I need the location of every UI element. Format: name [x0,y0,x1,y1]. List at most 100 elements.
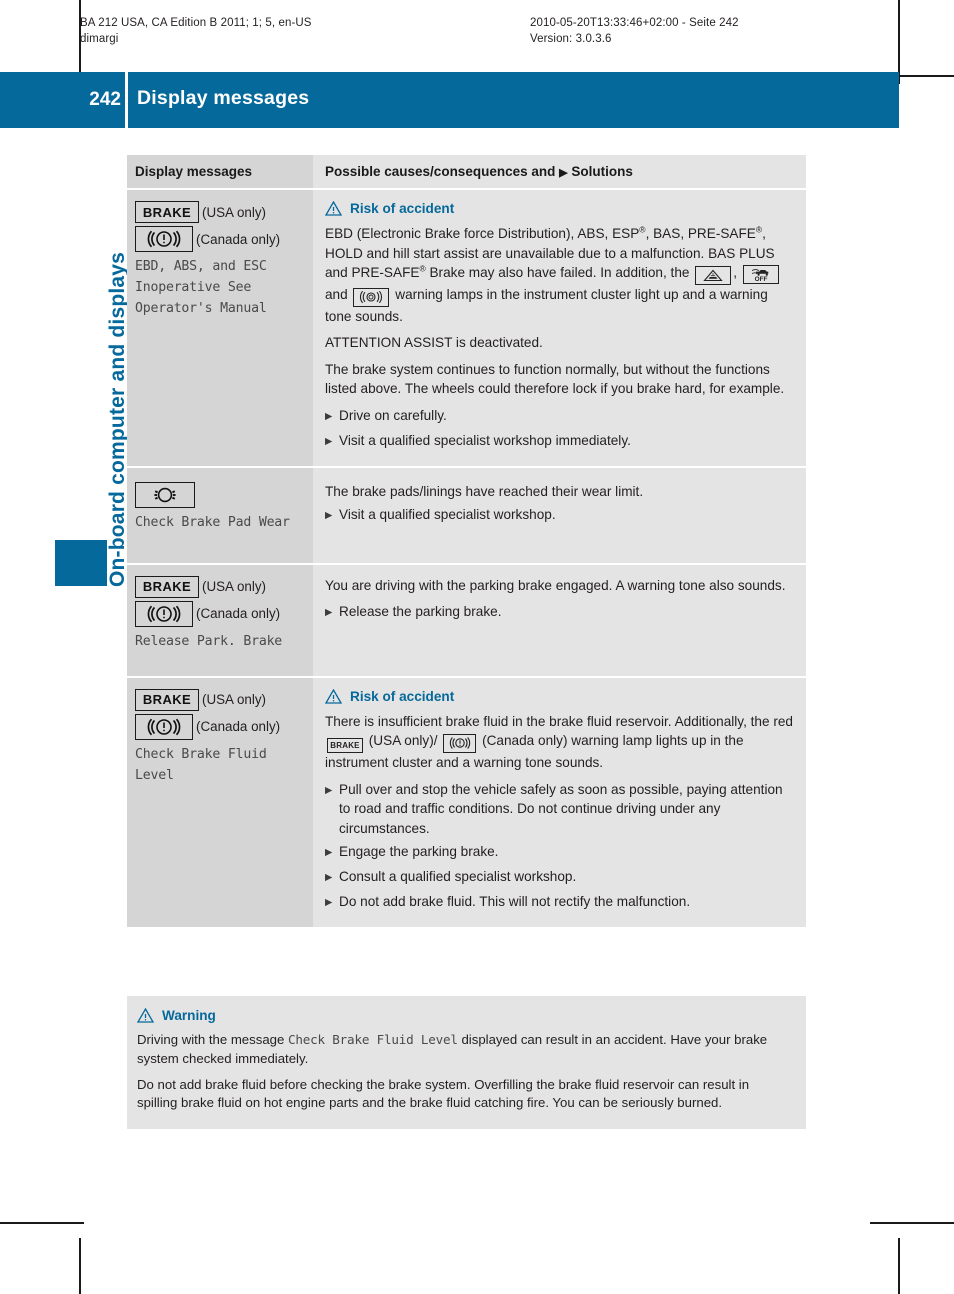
warning-p1-before: Driving with the message [137,1032,288,1047]
row1-warning-heading: Risk of accident [325,201,794,216]
row4-bullet-2: Engage the parking brake. [339,844,499,860]
brake-usa-icon-text: BRAKE [142,579,192,594]
solution-marker-icon: ▶ [325,510,333,521]
doc-version-line: Version: 3.0.3.6 [530,33,612,45]
brake-canada-glyph [147,230,181,248]
row4-icon-canada-caption: (Canada only) [196,719,281,734]
row3-message-text: Release Park. Brake [135,633,283,649]
row1-paragraph-1: EBD (Electronic Brake force Distribution… [325,224,794,326]
row3-icon-canada: (Canada only) [135,600,303,627]
table-header-col2-after: Solutions [571,164,633,179]
crop-mark-bottom-left-v [79,1238,81,1294]
list-item: ▶ Pull over and stop the vehicle safely … [325,780,794,839]
page-title-bar: 242 Display messages [0,72,899,128]
solution-marker-icon: ▶ [325,410,333,422]
table-row: BRAKE (USA only) [127,675,806,928]
row4-icon-usa-caption: (USA only) [202,692,266,707]
row3-bullet-1: Release the parking brake. [339,604,502,619]
row3-bullet-list: ▶ Release the parking brake. [325,602,794,623]
row2-paragraph-1: The brake pads/linings have reached thei… [325,483,644,499]
brake-usa-icon-text: BRAKE [330,741,360,750]
brake-usa-icon: BRAKE [327,738,363,754]
list-item: ▶ Drive on carefully. [325,406,794,427]
row1-paragraph-3: The brake system continues to function n… [325,361,785,397]
brake-canada-icon [135,713,193,740]
row1-p1-d: Brake may also have failed. In addition,… [425,265,694,280]
table-row: Check Brake Pad Wear The brake pads/lini… [127,465,806,563]
brake-pad-wear-glyph [154,487,176,502]
warning-triangle-icon [325,201,342,216]
skid-warning-icon [695,266,732,285]
brake-usa-icon-text: BRAKE [142,204,192,220]
crop-mark-bottom-right-v [898,1238,900,1294]
row1-icon-usa-caption: (USA only) [202,204,266,220]
brake-usa-icon: BRAKE [135,688,199,711]
row3-icon-usa-caption: (USA only) [202,579,266,594]
list-item: ▶ Release the parking brake. [325,602,794,623]
row1-bullet-2: Visit a qualified specialist workshop im… [339,432,631,448]
page-number: 242 [89,89,121,110]
table-header-col2-before: Possible causes/consequences and [325,164,556,179]
crop-mark-bottom-left [0,1222,84,1224]
row1-p1-f: and [325,287,352,302]
warning-box-paragraph-2: Do not add brake fluid before checking t… [137,1076,750,1111]
row4-icon-usa: BRAKE (USA only) [135,688,303,711]
list-item: ▶ Engage the parking brake. [325,842,794,863]
warning-box-paragraph-1: Driving with the message Check Brake Flu… [137,1029,792,1069]
brake-usa-icon: BRAKE [135,201,199,223]
row3-icon-canada-caption: (Canada only) [196,606,281,621]
row4-bullet-1: Pull over and stop the vehicle safely as… [339,781,783,836]
table-row: BRAKE (USA only) [127,562,806,676]
row4-warning-heading: Risk of accident [325,688,794,704]
list-item: ▶ Visit a qualified specialist workshop … [325,431,794,452]
doc-timestamp-line: 2010-05-20T13:33:46+02:00 - Seite 242 [530,17,739,29]
row2-bullet-list: ▶ Visit a qualified specialist workshop. [325,505,794,526]
row4-message-text: Check Brake Fluid Level [135,746,267,783]
row1-paragraph-2: ATTENTION ASSIST is deactivated. [325,335,543,350]
warning-callout-box: Warning Driving with the message Check B… [127,996,806,1129]
doc-reference-line: BA 212 USA, CA Edition B 2011; 1; 5, en-… [80,17,312,29]
row4-paragraph-1: There is insufficient brake fluid in the… [325,712,794,773]
brake-usa-icon: BRAKE [135,575,199,598]
running-header-left: BA 212 USA, CA Edition B 2011; 1; 5, en-… [80,15,312,47]
chapter-tab-marker [55,540,107,586]
table-header-row: Display messages Possible causes/consequ… [127,155,806,188]
row4-warning-heading-text: Risk of accident [350,688,455,704]
row1-p1-e: , [733,265,741,280]
row4-bullet-3: Consult a qualified specialist workshop. [339,869,577,885]
row2-solution-cell: The brake pads/linings have reached thei… [313,467,806,563]
display-messages-table: Display messages Possible causes/consequ… [127,155,806,928]
brake-canada-icon [135,226,193,252]
warning-triangle-icon [325,688,342,704]
brake-pad-wear-icon [135,481,195,508]
row4-p1-a: There is insufficient brake fluid in the… [325,713,793,729]
solution-marker-icon: ▶ [559,167,568,179]
row1-bullet-1: Drive on carefully. [339,407,447,423]
row1-icon-usa: BRAKE (USA only) [135,201,303,223]
row1-p1-a: EBD (Electronic Brake force Distribution… [325,226,640,241]
list-item: ▶ Do not add brake fluid. This will not … [325,892,794,913]
row3-paragraph-1: You are driving with the parking brake e… [325,577,786,593]
list-item: ▶ Consult a qualified specialist worksho… [325,867,794,888]
brake-usa-icon-text: BRAKE [142,692,192,707]
row1-p1-b: , BAS, PRE-SAFE [645,226,756,241]
row3-solution-cell: You are driving with the parking brake e… [313,564,806,676]
row1-icon-canada: (Canada only) [135,226,303,252]
row1-p1-g: warning lamps in the instrument cluster … [325,287,768,324]
brake-canada-glyph [147,605,181,622]
brake-canada-icon [135,600,193,627]
title-bar-divider [125,72,128,128]
list-item: ▶ Visit a qualified specialist workshop. [325,505,794,526]
crop-mark-bottom-right [870,1222,954,1224]
row2-bullet-1: Visit a qualified specialist workshop. [339,507,556,522]
page-title: Display messages [137,87,310,109]
row1-bullet-list: ▶ Drive on carefully. ▶ Visit a qualifie… [325,406,794,452]
warning-box-heading-text: Warning [162,1008,216,1023]
solution-marker-icon: ▶ [325,607,333,618]
row4-solution-cell: Risk of accident There is insufficient b… [313,677,806,928]
brake-canada-icon [443,733,477,753]
table-row: BRAKE (USA only) [127,188,806,466]
brake-canada-glyph [147,718,181,735]
solution-marker-icon: ▶ [325,897,333,909]
esp-off-icon: OFF [742,265,779,284]
